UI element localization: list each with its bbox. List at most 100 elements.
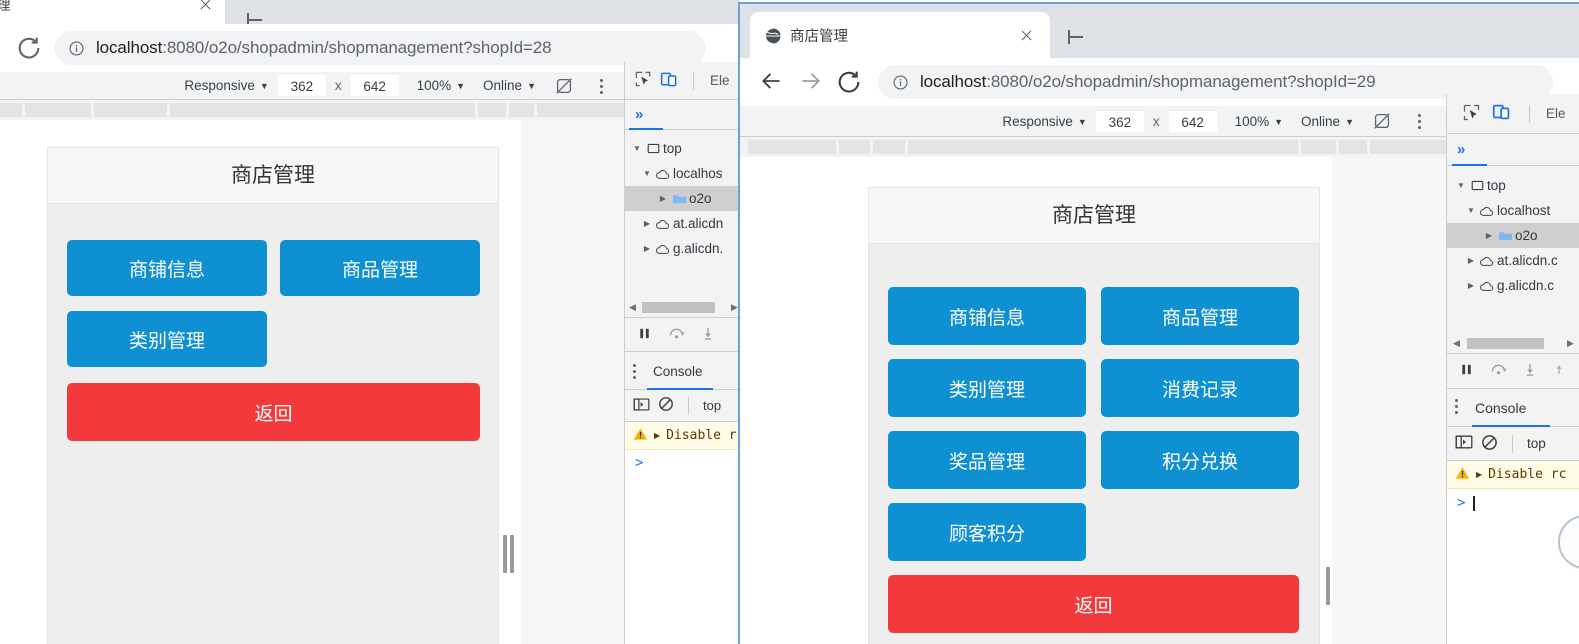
inspect-element-icon[interactable] bbox=[1461, 102, 1491, 126]
site-info-icon[interactable] bbox=[68, 40, 85, 57]
clear-console-icon[interactable] bbox=[1481, 434, 1498, 454]
step-out-icon[interactable] bbox=[1553, 362, 1565, 380]
left-address-bar[interactable]: localhost:8080/o2o/shopadmin/shopmanagem… bbox=[54, 31, 706, 65]
right-devtools-tab-elements[interactable]: Ele bbox=[1536, 106, 1576, 121]
forward-icon[interactable] bbox=[797, 68, 825, 96]
close-tab-icon[interactable] bbox=[1017, 26, 1036, 45]
site-info-icon[interactable] bbox=[892, 74, 909, 91]
expand-warning-icon[interactable]: ▶ bbox=[1476, 470, 1482, 479]
scroll-thumb[interactable] bbox=[1467, 338, 1544, 349]
left-tree-row-localhost[interactable]: ▼ localhos bbox=[625, 161, 740, 186]
inspect-element-icon[interactable] bbox=[633, 69, 659, 92]
right-button-award-management[interactable]: 奖品管理 bbox=[888, 431, 1086, 489]
right-overflow-chevron-icon[interactable]: » bbox=[1447, 141, 1475, 158]
expand-triangle-icon[interactable]: ▼ bbox=[631, 144, 643, 153]
step-into-icon[interactable] bbox=[701, 326, 715, 344]
toggle-device-toolbar-icon[interactable] bbox=[1491, 101, 1523, 126]
pause-icon[interactable] bbox=[1459, 362, 1474, 380]
left-tree-hscrollbar[interactable]: ◀ ▶ bbox=[625, 298, 740, 317]
left-button-product-management[interactable]: 商品管理 bbox=[280, 240, 480, 296]
right-browser-tab[interactable]: 商店管理 bbox=[750, 12, 1050, 58]
scroll-right-arrow-icon[interactable]: ▶ bbox=[731, 302, 738, 313]
left-throttle-select[interactable]: Online ▼ bbox=[474, 78, 545, 93]
right-throttle-select[interactable]: Online ▼ bbox=[1292, 114, 1363, 129]
right-device-select[interactable]: Responsive ▼ bbox=[993, 114, 1095, 129]
right-zoom-select[interactable]: 100% ▼ bbox=[1217, 114, 1292, 129]
expand-triangle-icon[interactable]: ▼ bbox=[1465, 206, 1477, 215]
left-button-category-management[interactable]: 类别管理 bbox=[67, 311, 267, 367]
collapse-triangle-icon[interactable]: ▶ bbox=[641, 244, 653, 253]
left-drawer-more-options-icon[interactable] bbox=[625, 354, 643, 389]
left-console-context[interactable]: top bbox=[703, 398, 721, 413]
toggle-device-toolbar-icon[interactable] bbox=[659, 69, 687, 93]
step-over-icon[interactable] bbox=[1490, 362, 1507, 380]
right-button-category-management[interactable]: 类别管理 bbox=[888, 359, 1086, 417]
new-tab-button[interactable] bbox=[1062, 23, 1090, 51]
collapse-triangle-icon[interactable]: ▶ bbox=[641, 219, 653, 228]
left-console-warning-row[interactable]: ▶ Disable r bbox=[625, 422, 740, 450]
right-console-warning-row[interactable]: ▶ Disable rc bbox=[1447, 461, 1579, 489]
back-icon[interactable] bbox=[759, 68, 787, 96]
right-button-customer-points[interactable]: 顾客积分 bbox=[888, 503, 1086, 561]
left-overflow-chevron-icon[interactable]: » bbox=[625, 106, 653, 123]
left-device-viewport[interactable]: 商店管理 商铺信息 商品管理 类别管理 返回 bbox=[0, 120, 521, 644]
right-button-consumption-records[interactable]: 消费记录 bbox=[1101, 359, 1299, 417]
right-tree-row-o2o[interactable]: ▶ o2o bbox=[1447, 223, 1579, 248]
left-tree-row-o2o[interactable]: ▶ o2o bbox=[625, 186, 740, 211]
left-devtools-tab-elements[interactable]: Ele bbox=[700, 73, 740, 88]
reload-icon[interactable] bbox=[15, 34, 43, 62]
expand-triangle-icon[interactable]: ▼ bbox=[641, 169, 653, 178]
left-tree-row-top[interactable]: ▼ top bbox=[625, 136, 740, 161]
scroll-right-arrow-icon[interactable]: ▶ bbox=[1567, 338, 1574, 349]
collapse-triangle-icon[interactable]: ▶ bbox=[657, 194, 669, 203]
collapse-triangle-icon[interactable]: ▶ bbox=[1465, 256, 1477, 265]
left-button-shop-info[interactable]: 商铺信息 bbox=[67, 240, 267, 296]
left-height-input[interactable]: 642 bbox=[350, 75, 399, 96]
step-over-icon[interactable] bbox=[668, 326, 685, 344]
right-button-back[interactable]: 返回 bbox=[888, 575, 1299, 633]
right-button-product-management[interactable]: 商品管理 bbox=[1101, 287, 1299, 345]
right-tree-row-at-alicdn[interactable]: ▶ at.alicdn.c bbox=[1447, 248, 1579, 273]
left-tree-row-g-alicdn[interactable]: ▶ g.alicdn. bbox=[625, 236, 740, 261]
right-device-more-options-icon[interactable] bbox=[1409, 110, 1429, 132]
console-sidebar-toggle-icon[interactable] bbox=[1455, 434, 1473, 453]
expand-warning-icon[interactable]: ▶ bbox=[654, 431, 660, 440]
right-button-points-exchange[interactable]: 积分兑换 bbox=[1101, 431, 1299, 489]
scroll-thumb[interactable] bbox=[642, 302, 715, 313]
right-tree-row-top[interactable]: ▼ top bbox=[1447, 173, 1579, 198]
left-zoom-select[interactable]: 100% ▼ bbox=[399, 78, 474, 93]
scroll-left-arrow-icon[interactable]: ◀ bbox=[629, 302, 636, 313]
right-console-prompt[interactable]: > bbox=[1447, 489, 1579, 517]
pause-icon[interactable] bbox=[637, 326, 652, 344]
right-width-input[interactable]: 362 bbox=[1095, 110, 1144, 132]
left-tree-row-at-alicdn[interactable]: ▶ at.alicdn bbox=[625, 211, 740, 236]
right-button-shop-info[interactable]: 商铺信息 bbox=[888, 287, 1086, 345]
left-device-more-options-icon[interactable] bbox=[591, 75, 611, 97]
left-device-select[interactable]: Responsive ▼ bbox=[175, 78, 277, 93]
reload-icon[interactable] bbox=[835, 68, 863, 96]
left-width-input[interactable]: 362 bbox=[277, 75, 326, 96]
rotate-icon[interactable] bbox=[1371, 110, 1393, 132]
expand-triangle-icon[interactable]: ▼ bbox=[1455, 181, 1467, 190]
right-tree-hscrollbar[interactable]: ◀ ▶ bbox=[1447, 334, 1579, 353]
left-button-back[interactable]: 返回 bbox=[67, 383, 480, 441]
clear-console-icon[interactable] bbox=[658, 396, 674, 415]
right-console-context[interactable]: top bbox=[1527, 436, 1546, 451]
collapse-triangle-icon[interactable]: ▶ bbox=[1465, 281, 1477, 290]
rotate-icon[interactable] bbox=[553, 75, 575, 97]
right-tree-row-g-alicdn[interactable]: ▶ g.alicdn.c bbox=[1447, 273, 1579, 298]
left-viewport-resize-grip[interactable] bbox=[503, 535, 514, 573]
right-drawer-more-options-icon[interactable] bbox=[1447, 389, 1465, 426]
right-browser-window[interactable]: 商店管理 localhost:8080/o2o/shopadmin/shopma… bbox=[738, 2, 1579, 644]
left-drawer-tab-console[interactable]: Console bbox=[643, 364, 713, 379]
right-tree-row-localhost[interactable]: ▼ localhost bbox=[1447, 198, 1579, 223]
collapse-triangle-icon[interactable]: ▶ bbox=[1483, 231, 1495, 240]
console-sidebar-toggle-icon[interactable] bbox=[633, 397, 650, 415]
step-into-icon[interactable] bbox=[1523, 362, 1537, 380]
right-drawer-tab-console[interactable]: Console bbox=[1465, 400, 1536, 416]
left-browser-window[interactable]: 店管理 localhost bbox=[0, 0, 740, 644]
left-browser-tab[interactable]: 店管理 bbox=[0, 0, 225, 24]
scroll-left-arrow-icon[interactable]: ◀ bbox=[1453, 338, 1460, 349]
close-tab-icon[interactable] bbox=[196, 0, 215, 14]
right-device-viewport[interactable]: 商店管理 商铺信息 商品管理 类别管理 消费记录 奖品管理 积分兑换 顾客积分 … bbox=[740, 157, 1332, 644]
